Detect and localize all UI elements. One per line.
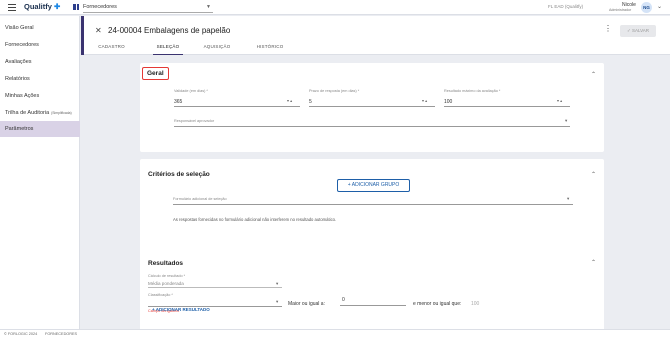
resultado-maximo-field[interactable]: 100 [444, 99, 452, 105]
resultado-stepper-icon[interactable]: ▾ ▴ [557, 99, 562, 103]
sidebar-item-sub-label: (Simplificada) [51, 111, 72, 115]
app-logo[interactable]: Qualitfy ✚ [24, 2, 60, 11]
criterios-title: Critérios de seleção [148, 171, 210, 178]
validade-label: Validade (em dias) * [174, 89, 208, 93]
add-result-button[interactable]: + ADICIONAR RESULTADO [152, 307, 210, 312]
organization-label: FL EAD (Qualitfy) [548, 4, 584, 9]
maior-igual-underline [340, 305, 406, 306]
close-icon[interactable]: ✕ [95, 26, 102, 35]
record-header: ✕ 24-00004 Embalagens de papelão CADASTR… [81, 16, 670, 55]
sidebar-item-visao-geral[interactable]: Visão Geral [0, 20, 80, 36]
prazo-label: Prazo de resposta (em dias) * [309, 89, 360, 93]
save-button[interactable]: ✓ SALVAR [620, 25, 656, 37]
avatar[interactable]: NG [641, 2, 652, 13]
more-options-icon[interactable]: ⋮ [604, 25, 612, 33]
top-bar: Qualitfy ✚ Fornecedores ▼ FL EAD (Qualit… [0, 0, 670, 15]
chevron-up-icon[interactable]: ⌃ [591, 71, 596, 78]
chevron-down-icon[interactable]: ▾ [276, 299, 278, 305]
prazo-underline [309, 106, 435, 107]
page-title: 24-00004 Embalagens de papelão [108, 26, 231, 35]
main-content: ✕ 24-00004 Embalagens de papelão CADASTR… [81, 16, 670, 337]
tab-historico[interactable]: HISTÓRICO [253, 44, 287, 55]
resultado-maximo-label: Resultado máximo da avaliação * [444, 89, 501, 93]
hamburger-menu-icon[interactable] [8, 4, 16, 11]
geral-title: Geral [142, 67, 169, 80]
form-note: As respostas fornecidas no formulário ad… [173, 217, 337, 222]
responsavel-aprovador-field[interactable]: Responsável aprovador [174, 119, 214, 123]
user-menu-chevron-icon[interactable]: ⌄ [657, 3, 662, 10]
logo-text: Qualitfy [24, 2, 52, 11]
sidebar-item-avaliacoes[interactable]: Avaliações [0, 54, 80, 70]
sidebar: Visão Geral Fornecedores Avaliações Rela… [0, 16, 80, 329]
maior-igual-field[interactable]: 0 [342, 297, 345, 303]
footer: © FORLOGIC 2024 FORNECEDORES [0, 329, 670, 337]
calculo-underline [148, 287, 282, 288]
footer-module: FORNECEDORES [45, 332, 78, 336]
module-select-value: Fornecedores [83, 4, 117, 10]
logo-mark-icon: ✚ [54, 2, 61, 11]
chevron-up-icon[interactable]: ⌃ [591, 171, 596, 178]
prazo-stepper-icon[interactable]: ▾ ▴ [422, 99, 427, 103]
chevron-down-icon[interactable]: ▾ [567, 196, 569, 202]
criterios-card: Critérios de seleção ⌃ + ADICIONAR GRUPO… [140, 159, 604, 242]
tab-cadastro[interactable]: CADASTRO [96, 44, 127, 55]
chevron-down-icon[interactable]: ▾ [565, 118, 567, 124]
sidebar-item-minhas-acoes[interactable]: Minhas Ações [0, 88, 80, 104]
chevron-up-icon[interactable]: ⌃ [591, 259, 596, 266]
sidebar-item-parametros[interactable]: Parâmetros [0, 121, 80, 137]
formulario-adicional-field[interactable]: Formulário adicional de seleção [173, 197, 227, 201]
tab-selecao[interactable]: SELEÇÃO [153, 44, 183, 55]
calculo-resultado-label: Cálculo de resultado * [148, 274, 186, 278]
formulario-underline [173, 204, 573, 205]
header-accent-bar [81, 16, 84, 55]
resultados-card: Resultados ⌃ Cálculo de resultado * Médi… [140, 237, 604, 337]
responsavel-underline [174, 126, 570, 127]
geral-card: Geral ⌃ Validade (em dias) * 365 ▾ ▴ Pra… [140, 63, 604, 152]
sidebar-item-relatorios[interactable]: Relatórios [0, 71, 80, 87]
validade-field[interactable]: 365 [174, 99, 182, 105]
validade-underline [174, 106, 300, 107]
footer-copyright: © FORLOGIC 2024 [4, 332, 38, 336]
module-select[interactable]: Fornecedores ▼ [83, 2, 213, 13]
sidebar-item-trilha-auditoria[interactable]: Trilha de Auditoria (Simplificada) [0, 105, 80, 121]
menor-igual-label: e menor ou igual que: [413, 301, 462, 307]
menor-igual-value: 100 [471, 301, 480, 307]
resultados-title: Resultados [148, 260, 184, 267]
calculo-resultado-field[interactable]: Média ponderada [148, 281, 184, 286]
chevron-down-icon: ▼ [206, 4, 211, 10]
classificacao-label: Classificação * [148, 293, 173, 297]
validade-stepper-icon[interactable]: ▾ ▴ [287, 99, 292, 103]
user-role: Administrador [609, 8, 632, 12]
add-group-button[interactable]: + ADICIONAR GRUPO [337, 179, 410, 192]
tab-aquisicao[interactable]: AQUISIÇÃO [197, 44, 237, 55]
module-grid-icon [73, 4, 79, 10]
resultado-underline [444, 106, 570, 107]
sidebar-item-fornecedores[interactable]: Fornecedores [0, 37, 80, 53]
prazo-field[interactable]: 5 [309, 99, 312, 105]
maior-igual-label: Maior ou igual a: [288, 301, 325, 307]
